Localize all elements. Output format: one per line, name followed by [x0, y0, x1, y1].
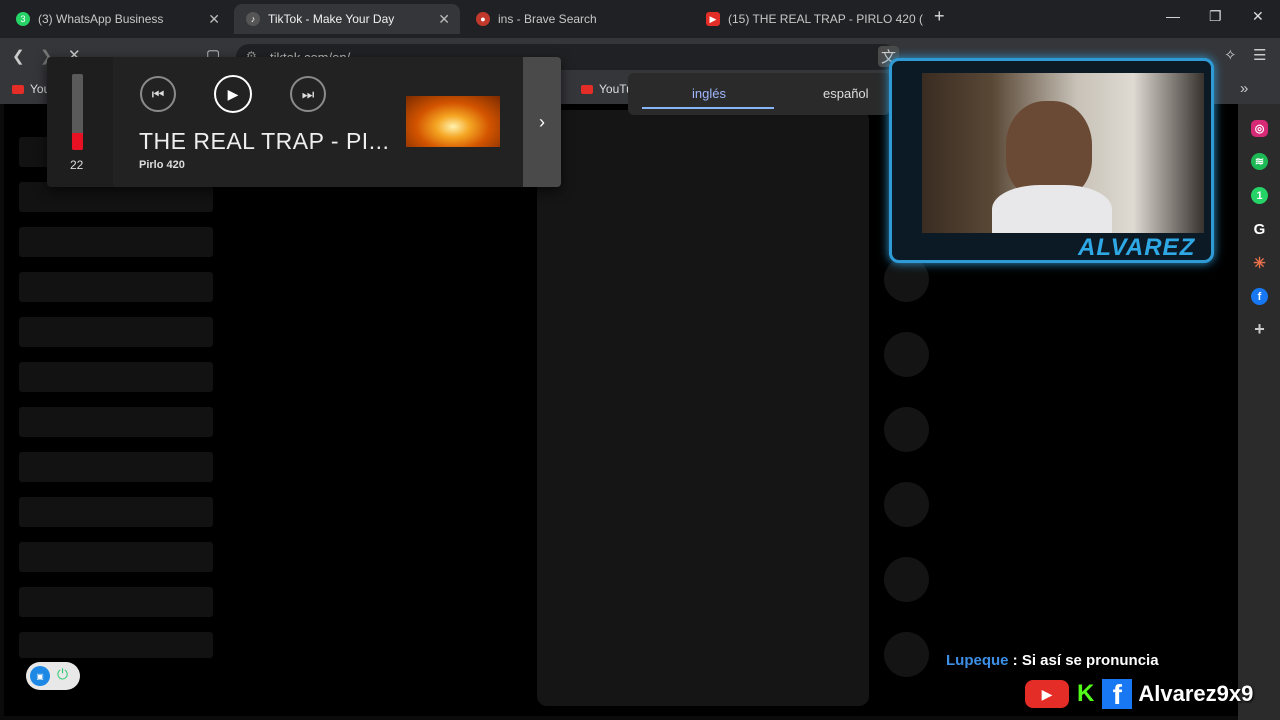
- skeleton-item: [19, 227, 213, 257]
- tab-tiktok[interactable]: ♪ TikTok - Make Your Day ✕: [234, 4, 460, 34]
- streamer-name: ALVAREZ: [1078, 234, 1196, 261]
- claude-icon[interactable]: ✳: [1251, 254, 1268, 272]
- power-icon: ⏻: [57, 666, 69, 682]
- selected-indicator: [642, 107, 774, 109]
- skeleton-item: [19, 452, 213, 482]
- youtube-icon: ▶: [1025, 680, 1069, 708]
- volume-value: 22: [70, 158, 84, 172]
- action-button-placeholder: [884, 482, 929, 527]
- leo-icon[interactable]: ✧: [1224, 46, 1237, 64]
- close-icon[interactable]: ✕: [208, 11, 220, 28]
- action-button-placeholder: [884, 332, 929, 377]
- facebook-icon[interactable]: f: [1251, 288, 1268, 305]
- extension-logo-icon: ▣: [30, 666, 50, 686]
- translate-popup: inglés español: [628, 73, 890, 115]
- chevron-right-icon[interactable]: ›: [523, 57, 561, 187]
- kick-icon: K: [1077, 680, 1095, 707]
- chat-message: Lupeque : Si así se pronuncia: [946, 652, 1159, 669]
- next-track-button[interactable]: ⏭: [290, 76, 326, 112]
- skeleton-item: [19, 542, 213, 572]
- tab-title: TikTok - Make Your Day: [268, 12, 395, 26]
- chat-separator: :: [1008, 652, 1022, 669]
- volume-bar[interactable]: [72, 74, 83, 150]
- minimize-icon[interactable]: —: [1166, 8, 1180, 24]
- chat-user: Lupeque: [946, 652, 1009, 669]
- album-thumbnail: [406, 96, 500, 147]
- skeleton-item: [19, 587, 213, 617]
- action-button-placeholder: [884, 407, 929, 452]
- skeleton-item: [19, 362, 213, 392]
- more-bookmarks-icon[interactable]: »: [1240, 80, 1248, 97]
- facebook-icon: f: [1102, 679, 1133, 709]
- skeleton-item: [19, 497, 213, 527]
- bookmark-youtube-2[interactable]: YouTu: [581, 82, 633, 96]
- webcam-video: [922, 73, 1204, 233]
- close-icon[interactable]: ✕: [438, 11, 450, 28]
- track-title: THE REAL TRAP - PI...: [139, 128, 390, 154]
- bookmark-youtube[interactable]: You: [12, 82, 50, 96]
- language-option-spanish[interactable]: español: [823, 86, 869, 101]
- social-handle: Alvarez9x9: [1138, 681, 1254, 706]
- google-icon[interactable]: G: [1251, 221, 1268, 238]
- tiktok-icon: ♪: [246, 12, 260, 26]
- skeleton-item: [19, 272, 213, 302]
- language-option-english[interactable]: inglés: [692, 86, 726, 101]
- person-shirt: [992, 185, 1112, 233]
- youtube-icon: [12, 84, 24, 94]
- track-artist: Pirlo 420: [139, 159, 185, 171]
- spotify-icon[interactable]: ≋: [1251, 153, 1268, 170]
- menu-icon[interactable]: ☰: [1253, 46, 1266, 64]
- video-feed-placeholder: [537, 110, 869, 706]
- tab-brave-search[interactable]: ● ins - Brave Search: [464, 4, 690, 34]
- skeleton-item: [19, 317, 213, 347]
- whatsapp-icon[interactable]: 1: [1251, 187, 1268, 204]
- whatsapp-icon: 3: [16, 12, 30, 26]
- action-button-placeholder: [884, 557, 929, 602]
- play-button[interactable]: ▶: [214, 75, 252, 113]
- skeleton-item: [19, 632, 213, 658]
- new-tab-icon[interactable]: +: [934, 6, 945, 27]
- volume-fill: [72, 133, 83, 150]
- instagram-icon[interactable]: ◎: [1251, 120, 1268, 137]
- skeleton-item: [19, 407, 213, 437]
- tab-title: (3) WhatsApp Business: [38, 12, 164, 26]
- social-links: ▶ K f Alvarez9x9: [1025, 678, 1253, 710]
- tab-strip: 3 (3) WhatsApp Business ✕ ♪ TikTok - Mak…: [0, 0, 1280, 38]
- tab-whatsapp[interactable]: 3 (3) WhatsApp Business ✕: [4, 4, 230, 34]
- extension-toggle[interactable]: ▣ ⏻: [26, 662, 80, 690]
- close-window-icon[interactable]: ✕: [1252, 8, 1264, 25]
- chat-text: Si así se pronuncia: [1021, 652, 1159, 669]
- tab-title: (15) THE REAL TRAP - PIRLO 420 (LCC: [728, 12, 924, 26]
- tab-youtube[interactable]: ▶ (15) THE REAL TRAP - PIRLO 420 (LCC: [694, 4, 924, 34]
- back-icon[interactable]: ❮: [12, 47, 25, 65]
- add-sidebar-icon[interactable]: +: [1251, 319, 1268, 339]
- tab-title: ins - Brave Search: [498, 12, 597, 26]
- youtube-icon: ▶: [706, 12, 720, 26]
- restore-icon[interactable]: ❐: [1209, 8, 1222, 25]
- action-button-placeholder: [884, 632, 929, 677]
- action-button-placeholder: [884, 257, 929, 302]
- brave-icon: ●: [476, 12, 490, 26]
- youtube-icon: [581, 84, 593, 94]
- previous-track-button[interactable]: ⏮: [140, 76, 176, 112]
